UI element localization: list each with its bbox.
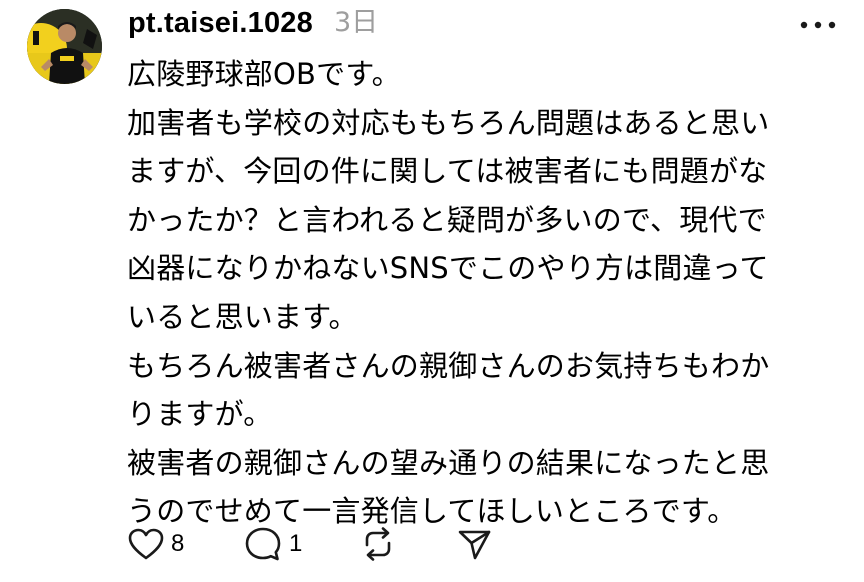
repost-icon <box>365 527 391 561</box>
post-text-line: 広陵野球部OBです。 <box>127 57 401 91</box>
post-text-line: 凶器になりかねないSNSでこのやり方は間違って <box>127 251 769 286</box>
reply-button[interactable]: 1 <box>243 522 302 566</box>
reply-count: 1 <box>289 530 303 557</box>
profile-photo <box>27 9 102 84</box>
like-count: 8 <box>171 530 185 557</box>
post-actions: 8 1 <box>127 522 547 566</box>
repost-button[interactable] <box>358 522 398 566</box>
post-text-line: りますが。 <box>127 397 273 432</box>
post-timestamp: 3日 <box>334 7 379 38</box>
post-text-line: もちろん被害者さんの親御さんのお気持ちもわか <box>127 348 770 383</box>
thread-post: pt.taisei.1028 3日 広陵野球部OBです。 加害者も学校の対応もも… <box>0 0 864 582</box>
more-options-button[interactable] <box>796 14 840 36</box>
heart-icon <box>128 528 164 560</box>
post-text-line: かったか？と言われると疑問が多いので、現代で <box>127 202 767 237</box>
avatar[interactable] <box>27 9 102 84</box>
post-text-line: ますが、今回の件に関しては被害者にも問題がな <box>127 154 768 189</box>
send-icon <box>458 530 491 560</box>
post-text-line: 加害者も学校の対応ももちろん問題はあると思い <box>127 105 770 140</box>
post-text-line: いると思います。 <box>127 299 358 334</box>
more-horizontal-icon <box>800 21 836 29</box>
username[interactable]: pt.taisei.1028 <box>128 5 313 41</box>
post-body: 広陵野球部OBです。 加害者も学校の対応ももちろん問題はあると思い ますが、今回… <box>127 50 837 536</box>
post-text-line: 被害者の親御さんの望み通りの結果になったと思 <box>127 445 770 480</box>
comment-bubble-icon <box>245 527 281 561</box>
share-button[interactable] <box>454 522 494 566</box>
like-button[interactable]: 8 <box>127 522 184 566</box>
